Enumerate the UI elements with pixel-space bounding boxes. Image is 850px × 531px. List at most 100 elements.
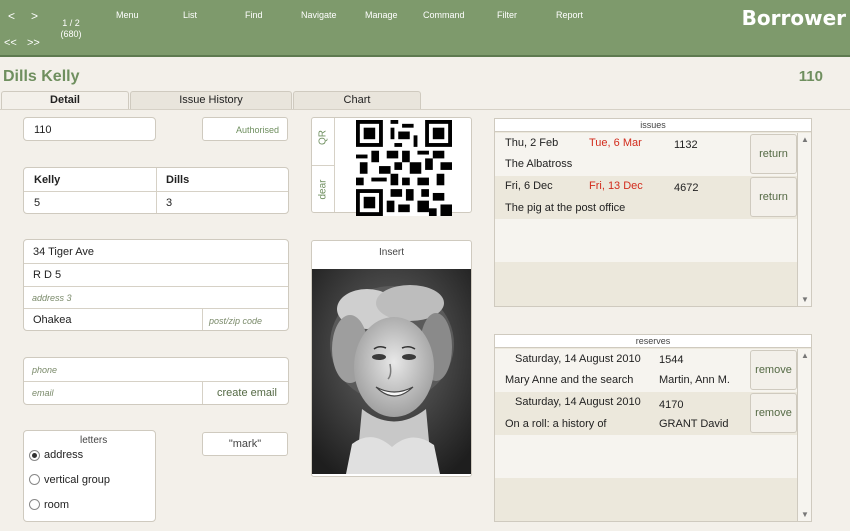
next-record-button[interactable]: > [31, 9, 38, 23]
first-record-button[interactable]: << [4, 37, 17, 49]
issues-header: issues [495, 119, 811, 132]
scroll-up-icon[interactable]: ▲ [801, 351, 809, 360]
issues-scrollbar[interactable]: ▲ ▼ [797, 133, 811, 306]
menu-button[interactable]: Menu [116, 10, 139, 20]
issue-row[interactable]: Fri, 6 Dec Fri, 13 Dec 4672 The pig at t… [495, 176, 797, 219]
record-index: 1 / 2 [62, 18, 80, 28]
last-value-field[interactable]: 3 [166, 197, 172, 209]
create-email-button[interactable]: create email [217, 387, 277, 399]
authorised-field[interactable]: Authorised [202, 117, 288, 141]
borrower-id-field[interactable]: 110 [23, 117, 156, 141]
return-button[interactable]: return [750, 134, 797, 174]
borrower-id-heading: 110 [798, 68, 823, 85]
reserve-author: GRANT David [659, 418, 729, 430]
reserves-header: reserves [495, 335, 811, 348]
manage-button[interactable]: Manage [365, 10, 398, 20]
divider [202, 308, 203, 330]
reserves-portal: reserves Saturday, 14 August 2010 1544 M… [494, 334, 812, 522]
letters-group: letters address vertical group room [23, 430, 156, 522]
last-record-button[interactable]: >> [27, 37, 40, 49]
issue-title: The Albatross [505, 158, 573, 170]
issue-due-date: Tue, 6 Mar [589, 137, 642, 149]
address-line3-field[interactable]: address 3 [32, 293, 72, 303]
reserve-row-empty [495, 435, 797, 478]
report-button[interactable]: Report [556, 10, 583, 20]
reserves-scrollbar[interactable]: ▲ ▼ [797, 349, 811, 521]
issue-item-number: 4672 [674, 182, 699, 194]
email-field[interactable]: email [32, 388, 54, 398]
reserve-title: Mary Anne and the search [505, 374, 634, 386]
scroll-up-icon[interactable]: ▲ [801, 135, 809, 144]
issue-issued-date: Fri, 6 Dec [505, 180, 553, 192]
divider [24, 381, 288, 382]
reserve-date: Saturday, 14 August 2010 [515, 396, 641, 408]
remove-button[interactable]: remove [750, 350, 797, 390]
photo-container: Insert [311, 240, 472, 477]
last-name-field[interactable]: Dills [166, 174, 189, 186]
reserve-title: On a roll: a history of [505, 418, 607, 430]
tab-issue-history[interactable]: Issue History [130, 91, 292, 109]
letters-room-label: room [44, 499, 70, 511]
divider [24, 308, 288, 309]
letters-vertical-group-radio[interactable] [29, 474, 40, 485]
qr-code-image [356, 120, 452, 216]
address-line2-field[interactable]: R D 5 [33, 269, 61, 281]
authorised-label: Authorised [235, 125, 279, 135]
divider [24, 263, 288, 264]
record-position: 1 / 2 (680) [56, 18, 86, 40]
qr-container: QR dear [311, 117, 472, 216]
issue-item-number: 1132 [674, 139, 698, 151]
scroll-down-icon[interactable]: ▼ [801, 295, 809, 304]
issue-row[interactable]: Thu, 2 Feb Tue, 6 Mar 1132 The Albatross… [495, 133, 797, 176]
letters-room-radio[interactable] [29, 499, 40, 510]
phone-field[interactable]: phone [32, 365, 57, 375]
issue-issued-date: Thu, 2 Feb [505, 137, 559, 149]
divider [202, 381, 203, 404]
name-group: Kelly Dills 5 3 [23, 167, 289, 214]
command-button[interactable]: Command [423, 10, 465, 20]
toolbar: < > << >> 1 / 2 (680) Menu List Find Nav… [0, 0, 850, 57]
borrower-name-heading: Dills Kelly [3, 68, 80, 85]
mark-button[interactable]: "mark" [202, 432, 288, 456]
reserve-row[interactable]: Saturday, 14 August 2010 1544 Mary Anne … [495, 349, 797, 392]
city-field[interactable]: Ohakea [33, 314, 72, 326]
letters-label: letters [80, 435, 108, 446]
borrower-photo [312, 269, 471, 474]
first-name-field[interactable]: Kelly [34, 174, 60, 186]
first-value-field[interactable]: 5 [34, 197, 40, 209]
letters-address-label: address [44, 449, 84, 461]
find-button[interactable]: Find [245, 10, 263, 20]
remove-button[interactable]: remove [750, 393, 797, 433]
dear-label: dear [317, 179, 329, 200]
letters-address-radio[interactable] [29, 450, 40, 461]
reserve-item-number: 1544 [659, 354, 684, 366]
postcode-field[interactable]: post/zip code [209, 316, 262, 326]
divider [334, 118, 335, 212]
reserve-date: Saturday, 14 August 2010 [515, 353, 641, 365]
tab-detail[interactable]: Detail [1, 91, 129, 110]
reserve-item-number: 4170 [659, 399, 684, 411]
issue-due-date: Fri, 13 Dec [589, 180, 643, 192]
issues-portal: issues Thu, 2 Feb Tue, 6 Mar 1132 The Al… [494, 118, 812, 307]
return-button[interactable]: return [750, 177, 797, 217]
reserve-row[interactable]: Saturday, 14 August 2010 4170 On a roll:… [495, 392, 797, 435]
insert-label[interactable]: Insert [312, 247, 471, 258]
reserve-author: Martin, Ann M. [659, 374, 730, 386]
scroll-down-icon[interactable]: ▼ [801, 510, 809, 519]
issue-title: The pig at the post office [505, 202, 626, 214]
tab-chart[interactable]: Chart [293, 91, 421, 109]
contact-group: phone email create email [23, 357, 289, 405]
divider [24, 286, 288, 287]
prev-record-button[interactable]: < [8, 9, 15, 23]
borrower-id-value: 110 [34, 124, 52, 136]
address-line1-field[interactable]: 34 Tiger Ave [33, 246, 94, 258]
tab-divider [0, 109, 850, 110]
divider [156, 168, 157, 213]
filter-button[interactable]: Filter [497, 10, 517, 20]
record-count: (680) [60, 29, 82, 39]
divider [312, 165, 334, 166]
letters-vertical-group-label: vertical group [44, 474, 111, 486]
layout-title: Borrower [741, 6, 846, 30]
list-button[interactable]: List [183, 10, 197, 20]
navigate-button[interactable]: Navigate [301, 10, 337, 20]
